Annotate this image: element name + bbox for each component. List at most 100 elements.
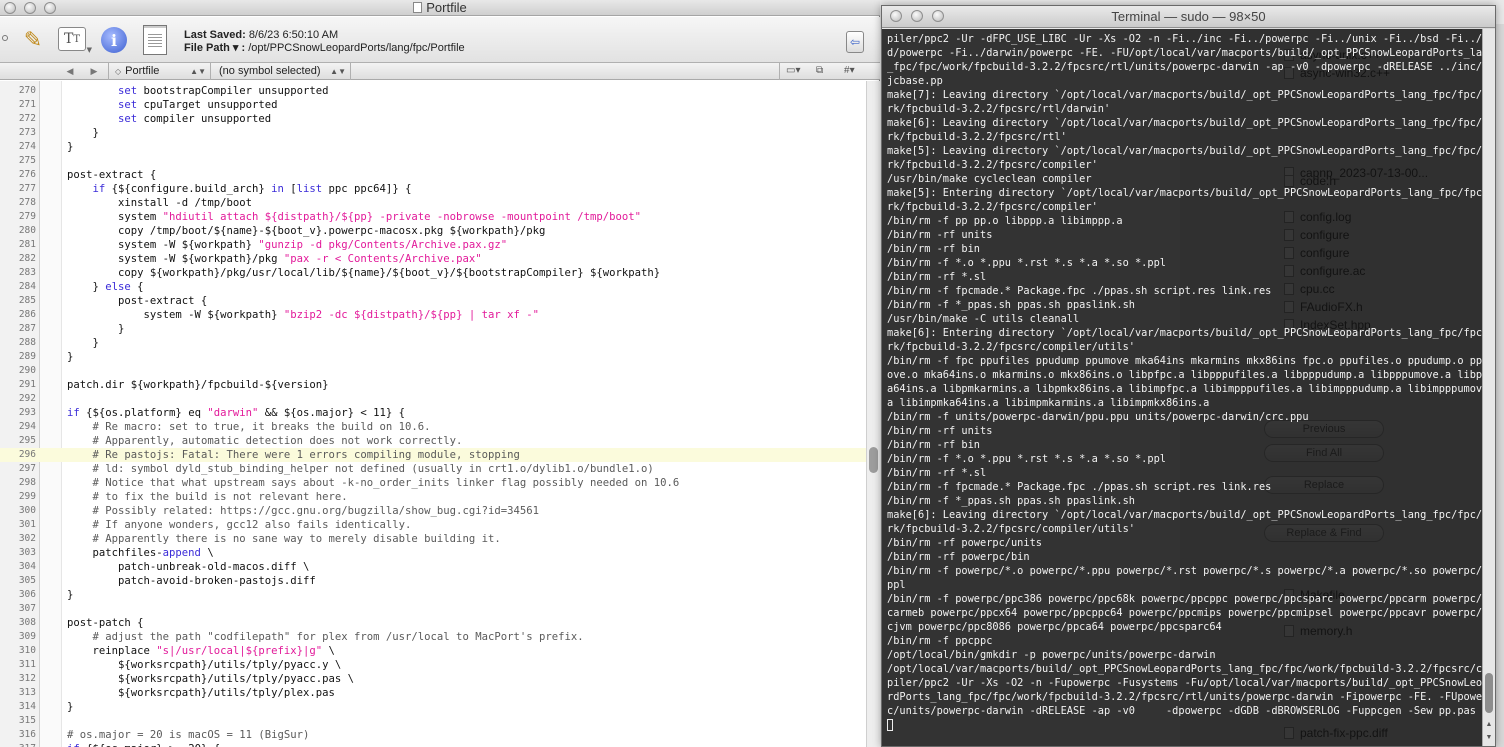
code-line[interactable]: 299 # to fix the build is not relevant h… — [0, 490, 866, 504]
code-text: # ld: symbol dyld_stub_binding_helper no… — [92, 463, 654, 475]
code-line[interactable]: 300 # Possibly related: https://gcc.gnu.… — [0, 504, 866, 518]
code-line[interactable]: 315 — [0, 714, 866, 728]
line-number: 292 — [18, 393, 36, 404]
code-line[interactable]: 279 system "hdiutil attach ${distpath}/$… — [0, 210, 866, 224]
terminal-scroll-thumb[interactable] — [1485, 673, 1493, 713]
terminal-scrollbar[interactable]: ▲ ▼ — [1482, 29, 1495, 746]
code-line[interactable]: 272 set compiler unsupported — [0, 112, 866, 126]
nav-forward-icon[interactable]: ▶ — [86, 64, 102, 78]
file-path-value: /opt/PPCSnowLeopardPorts/lang/fpc/Portfi… — [248, 42, 465, 54]
file-popup[interactable]: ◇ Portfile ▲▼ — [108, 63, 210, 80]
code-line[interactable]: 280 copy /tmp/boot/${name}-${boot_v}.pow… — [0, 224, 866, 238]
back-arrow-button[interactable]: ⇦ — [846, 31, 864, 53]
split-view-icon[interactable]: ⧉ — [816, 64, 823, 78]
document-page-icon[interactable] — [143, 25, 167, 55]
terminal-line: make[5]: Entering directory `/opt/local/… — [887, 187, 1482, 199]
code-line[interactable]: 303 patchfiles-append \ — [0, 546, 866, 560]
line-number: 270 — [18, 85, 36, 96]
info-icon[interactable]: i — [101, 27, 127, 53]
line-number: 274 — [18, 141, 36, 152]
code-text: } — [67, 141, 74, 153]
code-line[interactable]: 270 set bootstrapCompiler unsupported — [0, 84, 866, 98]
code-line[interactable]: 288 } — [0, 336, 866, 350]
code-text: copy ${workpath}/pkg/usr/local/lib/${nam… — [67, 267, 661, 279]
code-line[interactable]: 313 ${worksrcpath}/utils/tply/plex.pas — [0, 686, 866, 700]
code-text: } else { — [67, 281, 144, 293]
terminal-line: /bin/rm -rf powerpc/units — [887, 537, 1042, 549]
code-line[interactable]: 317 if {${os.major} >= 20} { — [0, 742, 866, 747]
code-line[interactable]: 277 if {${configure.build_arch} in [list… — [0, 182, 866, 196]
scroll-down-icon[interactable]: ▼ — [1483, 732, 1495, 744]
code-line[interactable]: 286 system -W ${workpath} "bzip2 -dc ${d… — [0, 308, 866, 322]
code-line[interactable]: 301 # If anyone wonders, gcc12 also fail… — [0, 518, 866, 532]
code-line[interactable]: 276 post-extract { — [0, 168, 866, 182]
code-line[interactable]: 281 system -W ${workpath} "gunzip -d pkg… — [0, 238, 866, 252]
code-line[interactable]: 273 } — [0, 126, 866, 140]
terminal-line: /bin/rm -f *.o *.ppu *.rst *.s *.a *.so … — [887, 453, 1166, 465]
terminal-line: /bin/rm -f fpc ppufiles ppudump ppumove … — [887, 355, 1482, 367]
code-line[interactable]: 296 # Re pastojs: Fatal: There were 1 er… — [0, 448, 866, 462]
code-line[interactable]: 282 system -W ${workpath}/pkg "pax -r < … — [0, 252, 866, 266]
code-text: reinplace "s|/usr/local|${prefix}|g" \ — [67, 645, 335, 657]
code-editor[interactable]: 270 set bootstrapCompiler unsupported 271… — [0, 81, 866, 747]
line-number: 288 — [18, 337, 36, 348]
editor-scroll-thumb[interactable] — [869, 447, 878, 473]
terminal-line: _fpc/fpc/work/fpcbuild-3.2.2/fpcsrc/rtl/… — [887, 61, 1482, 73]
line-number: 291 — [18, 379, 36, 390]
text-format-icon[interactable]: T T ▼ — [58, 27, 92, 54]
code-line[interactable]: 304 patch-unbreak-old-macos.diff \ — [0, 560, 866, 574]
bookmark-icon[interactable]: ▭▾ — [786, 64, 800, 78]
code-line[interactable]: 305 patch-avoid-broken-pastojs.diff — [0, 574, 866, 588]
file-path-label[interactable]: File Path ▾ : — [184, 42, 245, 54]
editor-scrollbar[interactable] — [866, 81, 880, 747]
terminal-line: make[5]: Leaving directory `/opt/local/v… — [887, 145, 1482, 157]
code-line[interactable]: 307 — [0, 602, 866, 616]
hash-popup[interactable]: #▾ — [844, 64, 864, 78]
code-line[interactable]: 287 } — [0, 322, 866, 336]
code-text: set compiler unsupported — [118, 113, 272, 125]
document-icon — [413, 2, 423, 13]
line-number: 300 — [18, 505, 36, 516]
code-line[interactable]: 309 # adjust the path "codfilepath" for … — [0, 630, 866, 644]
line-number: 305 — [18, 575, 36, 586]
code-line[interactable]: 316 # os.major = 20 is macOS = 11 (BigSur… — [0, 728, 866, 742]
code-line[interactable]: 311 ${worksrcpath}/utils/tply/pyacc.y \ — [0, 658, 866, 672]
code-line[interactable]: 314} — [0, 700, 866, 714]
terminal-line: /opt/local/var/macports/build/_opt_PPCSn… — [887, 663, 1482, 675]
code-line[interactable]: 285 post-extract { — [0, 294, 866, 308]
code-line[interactable]: 294 # Re macro: set to true, it breaks t… — [0, 420, 866, 434]
code-line[interactable]: 306} — [0, 588, 866, 602]
code-line[interactable]: 289} — [0, 350, 866, 364]
code-line[interactable]: 271 set cpuTarget unsupported — [0, 98, 866, 112]
code-line[interactable]: 278 xinstall -d /tmp/boot — [0, 196, 866, 210]
terminal-output[interactable]: piler/ppc2 -Ur -dFPC_USE_LIBC -Ur -Xs -O… — [882, 29, 1482, 746]
code-line[interactable]: 275 — [0, 154, 866, 168]
code-line[interactable]: 274} — [0, 140, 866, 154]
code-line[interactable]: 297 # ld: symbol dyld_stub_binding_helpe… — [0, 462, 866, 476]
scroll-up-icon[interactable]: ▲ — [1483, 719, 1495, 731]
line-number: 297 — [18, 463, 36, 474]
line-number: 306 — [18, 589, 36, 600]
symbol-popup[interactable]: (no symbol selected) ▲▼ — [210, 63, 350, 80]
terminal-line: a libimpmka64ins.a libimpmkarmins.a libi… — [887, 397, 1210, 409]
terminal-line: rk/fpcbuild-3.2.2/fpcsrc/rtl' — [887, 131, 1067, 143]
terminal-title: Terminal — sudo — 98×50 — [1111, 9, 1266, 24]
code-line[interactable]: 293 if {${os.platform} eq "darwin" && ${o… — [0, 406, 866, 420]
code-line[interactable]: 298 # Notice that what upstream says abo… — [0, 476, 866, 490]
code-line[interactable]: 302 # Apparently there is no sane way to… — [0, 532, 866, 546]
pencil-icon[interactable]: ✎ — [20, 27, 46, 53]
terminal-line: /bin/rm -f *_ppas.sh ppas.sh ppaslink.sh — [887, 299, 1135, 311]
line-number: 277 — [18, 183, 36, 194]
code-line[interactable]: 291 patch.dir ${workpath}/fpcbuild-${vers… — [0, 378, 866, 392]
code-line[interactable]: 295 # Apparently, automatic detection do… — [0, 434, 866, 448]
code-line[interactable]: 312 ${worksrcpath}/utils/tply/pyacc.pas … — [0, 672, 866, 686]
code-line[interactable]: 308 post-patch { — [0, 616, 866, 630]
code-line[interactable]: 310 reinplace "s|/usr/local|${prefix}|g"… — [0, 644, 866, 658]
line-number: 304 — [18, 561, 36, 572]
code-line[interactable]: 290 — [0, 364, 866, 378]
code-line[interactable]: 284 } else { — [0, 280, 866, 294]
code-line[interactable]: 292 — [0, 392, 866, 406]
nav-back-icon[interactable]: ◀ — [62, 64, 78, 78]
code-line[interactable]: 283 copy ${workpath}/pkg/usr/local/lib/$… — [0, 266, 866, 280]
terminal-line: make[6]: Entering directory `/opt/local/… — [887, 327, 1482, 339]
